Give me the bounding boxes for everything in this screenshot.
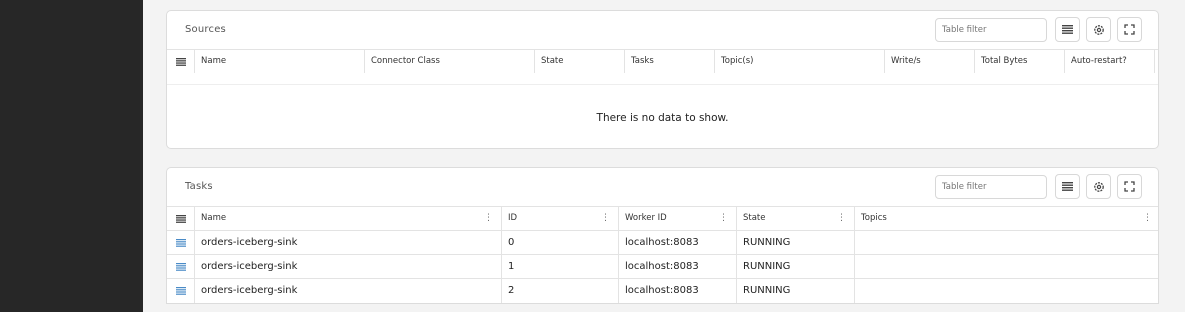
- task-state-cell: RUNNING: [736, 255, 854, 279]
- tasks-col-worker-id[interactable]: Worker ID ⋮: [618, 207, 736, 230]
- expand-icon: [1124, 181, 1135, 192]
- sources-empty-state: There is no data to show.: [167, 84, 1158, 148]
- sources-col-connector-class[interactable]: Connector Class: [364, 50, 534, 73]
- row-menu-button[interactable]: [167, 231, 194, 255]
- tasks-settings-button[interactable]: [1086, 174, 1111, 199]
- sources-title: Sources: [185, 24, 226, 35]
- sources-fullscreen-button[interactable]: [1117, 17, 1142, 42]
- row-menu-button[interactable]: [167, 279, 194, 303]
- sources-row-menu-header[interactable]: [167, 50, 194, 73]
- sources-header: Sources: [167, 11, 1158, 49]
- sources-col-overflow: [1154, 50, 1158, 73]
- row-menu-icon: [175, 263, 186, 271]
- table-row[interactable]: orders-iceberg-sink 0 localhost:8083 RUN…: [167, 230, 1158, 255]
- tasks-table-header: Name ⋮ ID ⋮ Worker ID ⋮ State ⋮ Topics ⋮: [167, 206, 1158, 230]
- list-icon: [175, 57, 186, 66]
- row-menu-icon: [175, 239, 186, 247]
- table-row[interactable]: orders-iceberg-sink 2 localhost:8083 RUN…: [167, 278, 1158, 303]
- row-menu-button[interactable]: [167, 255, 194, 279]
- sources-col-total-bytes[interactable]: Total Bytes: [974, 50, 1064, 73]
- gear-icon: [1093, 24, 1104, 35]
- tasks-fullscreen-button[interactable]: [1117, 174, 1142, 199]
- task-worker-cell: localhost:8083: [618, 231, 736, 255]
- tasks-col-topics[interactable]: Topics ⋮: [854, 207, 1158, 230]
- task-id-cell: 2: [501, 279, 618, 303]
- task-id-cell: 1: [501, 255, 618, 279]
- sources-col-tasks[interactable]: Tasks: [624, 50, 714, 73]
- tasks-col-name[interactable]: Name ⋮: [194, 207, 501, 230]
- task-worker-cell: localhost:8083: [618, 279, 736, 303]
- sources-col-topics[interactable]: Topic(s): [714, 50, 884, 73]
- column-menu-icon[interactable]: ⋮: [601, 207, 610, 230]
- task-name-cell: orders-iceberg-sink: [194, 231, 501, 255]
- sources-col-state[interactable]: State: [534, 50, 624, 73]
- sources-col-auto-restart[interactable]: Auto-restart?: [1064, 50, 1154, 73]
- task-name-cell: orders-iceberg-sink: [194, 279, 501, 303]
- list-icon: [1062, 182, 1073, 191]
- sources-table-header: Name Connector Class State Tasks Topic(s…: [167, 49, 1158, 73]
- sources-col-write-rate[interactable]: Write/s: [884, 50, 974, 73]
- empty-message: There is no data to show.: [596, 112, 729, 124]
- expand-icon: [1124, 24, 1135, 35]
- table-row[interactable]: orders-iceberg-sink 1 localhost:8083 RUN…: [167, 254, 1158, 279]
- tasks-panel: Tasks Name⋮ ID⋮ Worker ID⋮ State⋮ Topics…: [166, 167, 1159, 304]
- sources-panel: Sources Name Connector Class State Tasks…: [166, 10, 1159, 149]
- task-topics-cell: [854, 231, 1158, 255]
- task-state-cell: RUNNING: [736, 279, 854, 303]
- task-topics-cell: [854, 255, 1158, 279]
- column-menu-icon[interactable]: ⋮: [1143, 207, 1152, 230]
- task-id-cell: 0: [501, 231, 618, 255]
- tasks-title: Tasks: [185, 181, 213, 192]
- gear-icon: [1093, 181, 1104, 192]
- column-menu-icon[interactable]: ⋮: [837, 207, 846, 230]
- column-menu-icon[interactable]: ⋮: [719, 207, 728, 230]
- task-worker-cell: localhost:8083: [618, 255, 736, 279]
- row-menu-icon: [175, 287, 186, 295]
- tasks-row-menu-header[interactable]: [167, 207, 194, 230]
- sources-settings-button[interactable]: [1086, 17, 1111, 42]
- task-name-cell: orders-iceberg-sink: [194, 255, 501, 279]
- list-icon: [1062, 25, 1073, 34]
- tasks-col-id[interactable]: ID ⋮: [501, 207, 618, 230]
- sources-columns-button[interactable]: [1055, 17, 1080, 42]
- list-icon: [175, 214, 186, 223]
- left-sidebar: [0, 0, 143, 312]
- tasks-header: Tasks: [167, 168, 1158, 206]
- tasks-table-filter-input[interactable]: [935, 175, 1047, 199]
- task-state-cell: RUNNING: [736, 231, 854, 255]
- column-menu-icon[interactable]: ⋮: [484, 207, 493, 230]
- tasks-col-state[interactable]: State ⋮: [736, 207, 854, 230]
- sources-table-filter-input[interactable]: [935, 18, 1047, 42]
- sources-col-name[interactable]: Name: [194, 50, 364, 73]
- tasks-columns-button[interactable]: [1055, 174, 1080, 199]
- task-topics-cell: [854, 279, 1158, 303]
